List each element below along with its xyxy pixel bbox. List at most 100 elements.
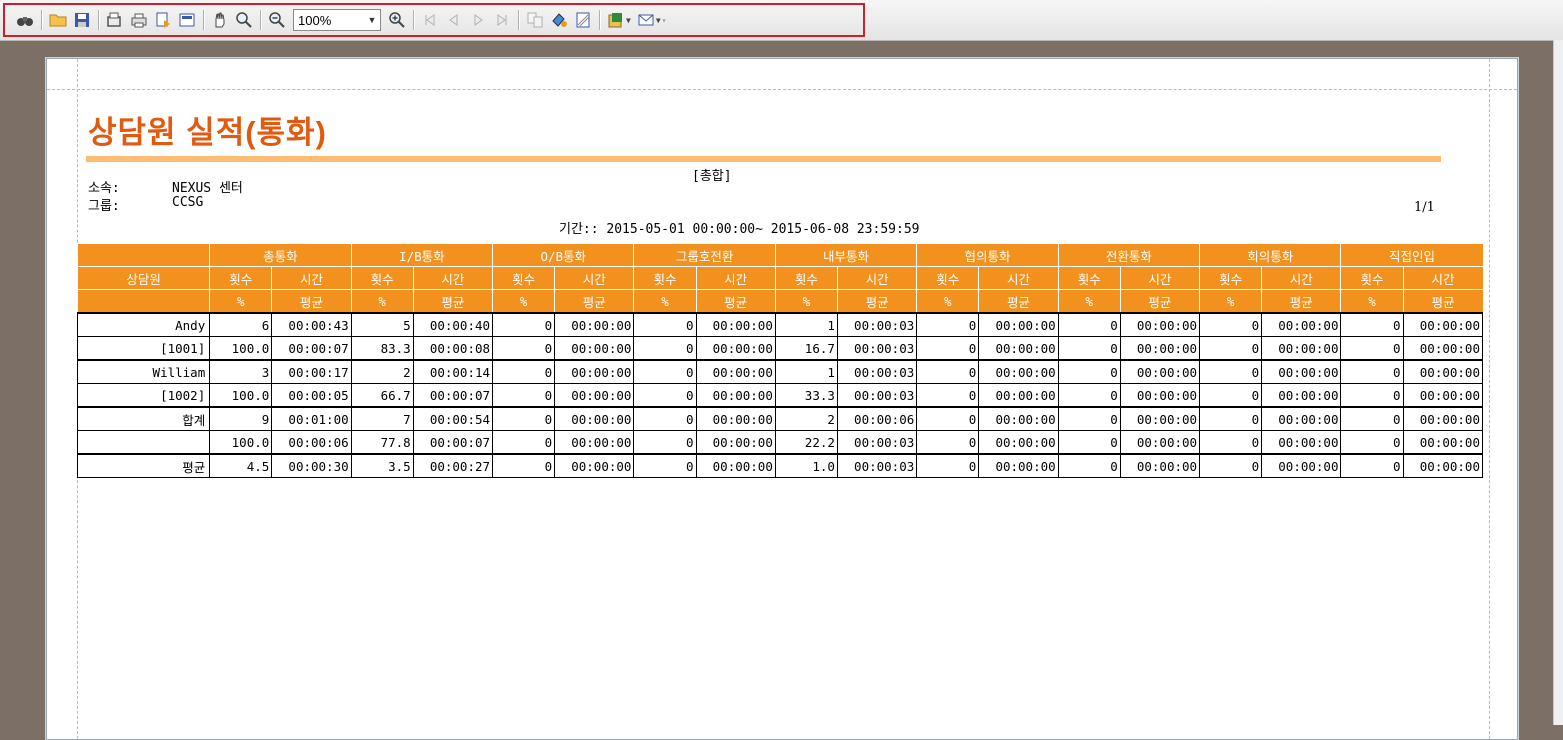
count-cell: 0 (492, 406, 556, 431)
time-cell: 00:00:00 (1402, 430, 1484, 455)
header-count: 횟수 (1057, 266, 1121, 290)
count-cell: 0 (1340, 383, 1404, 408)
time-cell: 00:00:40 (412, 312, 494, 337)
multi-page-icon[interactable] (524, 9, 546, 31)
time-cell: 00:00:06 (836, 406, 918, 431)
time-cell: 00:00:00 (1261, 453, 1342, 478)
header-count: 횟수 (916, 266, 979, 290)
time-cell: 00:00:54 (412, 406, 494, 431)
time-cell: 00:00:03 (836, 430, 918, 455)
toolbar-separator (518, 10, 519, 30)
binoculars-icon[interactable] (14, 9, 36, 31)
time-cell: 00:00:00 (1119, 406, 1201, 431)
paint-icon[interactable] (548, 9, 570, 31)
count-cell: 0 (633, 359, 697, 384)
toolbar-overflow-icon[interactable]: ▾ (662, 16, 667, 25)
count-cell: 0 (916, 359, 980, 384)
vertical-scrollbar[interactable] (1553, 40, 1563, 725)
time-cell: 00:00:00 (695, 383, 776, 408)
header-avg: 평균 (836, 289, 917, 313)
time-cell: 00:00:00 (695, 359, 776, 384)
count-cell: 22.2 (774, 430, 838, 455)
time-cell: 00:00:00 (1261, 336, 1342, 361)
time-cell: 00:00:00 (978, 430, 1059, 455)
count-cell: 0 (1057, 336, 1121, 361)
page-layout-icon[interactable] (176, 9, 198, 31)
toolbar-separator (599, 10, 600, 30)
margin-guide (47, 89, 1517, 90)
count-cell: 3.5 (350, 453, 414, 478)
time-cell: 00:00:00 (554, 430, 635, 455)
watermark-icon[interactable] (572, 9, 594, 31)
header-group: O/B통화 (492, 244, 634, 267)
table-row: Andy 6 00:00:43 5 00:00:40 0 00:00:00 0 00:00:00… (76, 312, 1484, 337)
header-pct: % (492, 289, 555, 313)
header-time: 시간 (412, 266, 493, 290)
zoom-out-icon[interactable] (266, 9, 288, 31)
count-cell: 0 (916, 453, 980, 478)
export-excel-icon[interactable] (605, 9, 627, 31)
toolbar-separator (413, 10, 414, 30)
time-cell: 00:00:00 (1402, 383, 1484, 408)
header-time: 시간 (978, 266, 1059, 290)
count-cell: 0 (1340, 430, 1404, 455)
time-cell: 00:00:17 (271, 359, 352, 384)
next-page-icon[interactable] (467, 9, 489, 31)
agent-header: 상담원 (76, 266, 210, 290)
header-avg: 평균 (1402, 289, 1483, 313)
header-cell (76, 289, 210, 313)
print-setup-icon[interactable] (104, 9, 126, 31)
time-cell: 00:00:00 (554, 453, 635, 478)
first-page-icon[interactable] (419, 9, 441, 31)
last-page-icon[interactable] (491, 9, 513, 31)
header-cell (76, 244, 210, 267)
count-cell: 33.3 (774, 383, 838, 408)
count-cell: 2 (350, 359, 414, 384)
period-label: 기간:: 2015-05-01 00:00:00~ 2015-06-08 23:… (559, 222, 920, 237)
header-pct: % (350, 289, 414, 313)
count-cell: 0 (916, 406, 980, 431)
count-cell: 0 (1057, 406, 1121, 431)
count-cell: 0 (1057, 359, 1121, 384)
time-cell: 00:00:05 (271, 383, 352, 408)
count-cell: 0 (633, 406, 697, 431)
toolbar-strip: 100% ▼ ▼ ▼ ▾ (0, 0, 1563, 41)
open-folder-icon[interactable] (47, 9, 69, 31)
agent-name-cell: Andy (76, 312, 211, 337)
table-row: 100.0 00:00:06 77.8 00:00:07 0 00:00:00 0 00:00… (76, 430, 1484, 455)
time-cell: 00:00:03 (836, 383, 918, 408)
count-cell: 0 (1199, 430, 1263, 455)
count-cell: 0 (633, 453, 697, 478)
header-group: 회의통화 (1199, 244, 1341, 267)
header-time: 시간 (1402, 266, 1483, 290)
time-cell: 00:00:00 (554, 406, 635, 431)
time-cell: 00:00:00 (978, 336, 1059, 361)
table-row: 평균 4.5 00:00:30 3.5 00:00:27 0 00:00:00 0 00:00:… (76, 453, 1484, 478)
time-cell: 00:01:00 (271, 406, 352, 431)
count-cell: 0 (1340, 453, 1404, 478)
email-icon[interactable] (635, 9, 657, 31)
count-cell: 0 (492, 336, 556, 361)
prev-page-icon[interactable] (443, 9, 465, 31)
time-cell: 00:00:14 (412, 359, 494, 384)
affiliation-label: 소속: (88, 181, 120, 196)
agent-name-cell: 평균 (76, 453, 211, 478)
chevron-down-icon[interactable]: ▼ (626, 16, 631, 25)
header-group: 전환통화 (1057, 244, 1200, 267)
toolbar-separator (203, 10, 204, 30)
zoom-select[interactable]: 100% ▼ (293, 9, 381, 31)
time-cell: 00:00:00 (978, 383, 1059, 408)
hand-icon[interactable] (209, 9, 231, 31)
count-cell: 0 (1057, 453, 1121, 478)
zoom-in-icon[interactable] (386, 9, 408, 31)
header-pct: % (1340, 289, 1404, 313)
chevron-down-icon[interactable]: ▼ (656, 16, 661, 25)
count-cell: 0 (492, 312, 556, 337)
magnifier-icon[interactable] (233, 9, 255, 31)
print-icon[interactable] (128, 9, 150, 31)
header-row-pct-avg: % 평균 % 평균 % 평균 % 평균 % 평균 % 평균 % 평균 % 평균 % 평균 (76, 289, 1483, 313)
header-avg: 평균 (978, 289, 1059, 313)
chevron-down-icon[interactable]: ▼ (364, 15, 380, 25)
export-icon[interactable] (152, 9, 174, 31)
save-icon[interactable] (71, 9, 93, 31)
